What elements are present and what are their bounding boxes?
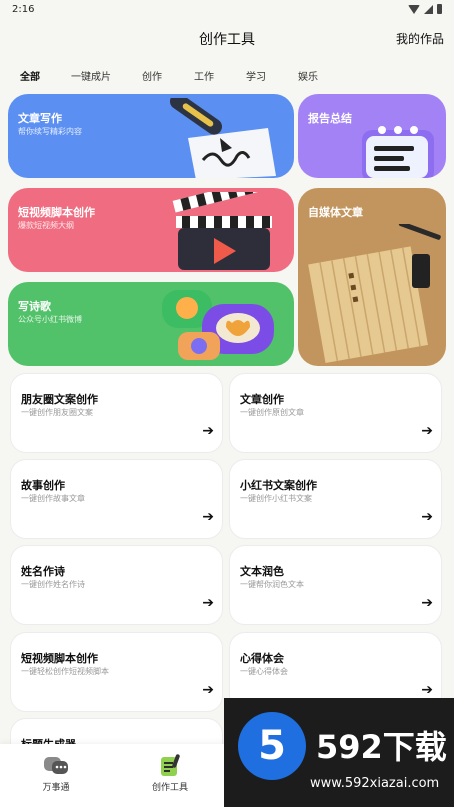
arrow-right-icon: ➔ bbox=[202, 595, 214, 611]
arrow-right-icon: ➔ bbox=[421, 509, 433, 525]
tool-card-article-creation[interactable]: 文章创作 一键创作原创文章 ➔ bbox=[229, 373, 442, 453]
nav-item-creation-tools[interactable]: 创作工具 bbox=[135, 754, 205, 793]
wifi-icon bbox=[408, 4, 420, 14]
tool-subtitle: 一键创作姓名作诗 bbox=[21, 580, 85, 589]
tool-card-xiaohongshu-copy[interactable]: 小红书文案创作 一键创作小红书文案 ➔ bbox=[229, 459, 442, 539]
nav-item-wanshitong[interactable]: 万事通 bbox=[21, 754, 91, 793]
watermark-logo: 592下载 bbox=[316, 728, 447, 766]
video-script-card[interactable]: 短视频脚本创作 爆款短视频大纲 bbox=[8, 188, 294, 272]
arrow-right-icon: ➔ bbox=[202, 423, 214, 439]
watermark-badge-digit: 5 bbox=[258, 723, 286, 769]
card-title: 报告总结 bbox=[308, 112, 352, 125]
tool-card-text-polish[interactable]: 文本润色 一键帮你润色文本 ➔ bbox=[229, 545, 442, 625]
card-title: 自媒体文章 bbox=[308, 206, 363, 219]
card-title: 短视频脚本创作 bbox=[18, 206, 95, 219]
article-writing-card[interactable]: 文章写作 帮你续写精彩内容 bbox=[8, 94, 294, 178]
tool-title: 文章创作 bbox=[240, 393, 284, 406]
poem-writing-card[interactable]: 写诗歌 公众号小红书微博 bbox=[8, 282, 294, 366]
notepad-pen-icon bbox=[159, 754, 181, 776]
tool-subtitle: 一键创作朋友圈文案 bbox=[21, 408, 93, 417]
card-subtitle: 帮你续写精彩内容 bbox=[18, 127, 82, 136]
status-bar: 2:16 bbox=[0, 0, 454, 20]
tool-subtitle: 一键创作小红书文案 bbox=[240, 494, 312, 503]
tool-subtitle: 一键创作原创文章 bbox=[240, 408, 304, 417]
battery-icon bbox=[437, 4, 442, 14]
status-icons bbox=[408, 4, 442, 14]
card-subtitle: 公众号小红书微博 bbox=[18, 315, 82, 324]
my-works-link[interactable]: 我的作品 bbox=[396, 30, 444, 47]
tab-one-click[interactable]: 一键成片 bbox=[71, 68, 111, 83]
status-time: 2:16 bbox=[12, 4, 35, 15]
arrow-right-icon: ➔ bbox=[202, 509, 214, 525]
tool-title: 短视频脚本创作 bbox=[21, 652, 98, 665]
arrow-right-icon: ➔ bbox=[421, 682, 433, 698]
chat-bubbles-illustration bbox=[162, 290, 274, 360]
tool-title: 朋友圈文案创作 bbox=[21, 393, 98, 406]
arrow-right-icon: ➔ bbox=[421, 423, 433, 439]
self-media-article-card[interactable]: 自媒体文章 bbox=[298, 188, 446, 366]
header: 创作工具 我的作品 bbox=[0, 20, 454, 56]
arrow-right-icon: ➔ bbox=[202, 682, 214, 698]
tool-subtitle: 一键创作故事文章 bbox=[21, 494, 85, 503]
tab-work[interactable]: 工作 bbox=[194, 68, 214, 83]
card-title: 写诗歌 bbox=[18, 300, 51, 313]
site-watermark: 5 592下载 www.592xiazai.com bbox=[224, 698, 454, 807]
tool-title: 心得体会 bbox=[240, 652, 284, 665]
tab-entertainment[interactable]: 娱乐 bbox=[298, 68, 318, 83]
tool-title: 小红书文案创作 bbox=[240, 479, 317, 492]
calendar-illustration bbox=[362, 126, 434, 178]
tool-subtitle: 一键轻松创作短视频脚本 bbox=[21, 667, 109, 676]
tab-all[interactable]: 全部 bbox=[20, 68, 40, 83]
tool-card-video-script[interactable]: 短视频脚本创作 一键轻松创作短视频脚本 ➔ bbox=[10, 632, 223, 712]
tool-subtitle: 一键心得体会 bbox=[240, 667, 288, 676]
tool-title: 文本润色 bbox=[240, 565, 284, 578]
chat-bubbles-icon bbox=[44, 754, 68, 776]
tool-card-name-poem[interactable]: 姓名作诗 一键创作姓名作诗 ➔ bbox=[10, 545, 223, 625]
tool-title: 姓名作诗 bbox=[21, 565, 65, 578]
page-title: 创作工具 bbox=[199, 32, 255, 48]
tool-card-moments-copy[interactable]: 朋友圈文案创作 一键创作朋友圈文案 ➔ bbox=[10, 373, 223, 453]
tab-create[interactable]: 创作 bbox=[142, 68, 162, 83]
signal-icon bbox=[424, 4, 433, 14]
tool-subtitle: 一键帮你润色文本 bbox=[240, 580, 304, 589]
nav-label: 万事通 bbox=[42, 783, 70, 793]
watermark-url: www.592xiazai.com bbox=[310, 776, 440, 791]
report-summary-card[interactable]: 报告总结 bbox=[298, 94, 446, 178]
tab-study[interactable]: 学习 bbox=[246, 68, 266, 83]
card-title: 文章写作 bbox=[18, 112, 62, 125]
nav-label: 创作工具 bbox=[151, 783, 188, 793]
tool-title: 故事创作 bbox=[21, 479, 65, 492]
category-tabs: 全部 一键成片 创作 工作 学习 娱乐 bbox=[0, 64, 454, 86]
pen-paper-illustration bbox=[169, 98, 276, 178]
card-subtitle: 爆款短视频大纲 bbox=[18, 221, 74, 230]
arrow-right-icon: ➔ bbox=[421, 595, 433, 611]
bamboo-scroll-illustration bbox=[308, 224, 441, 363]
tool-card-story-creation[interactable]: 故事创作 一键创作故事文章 ➔ bbox=[10, 459, 223, 539]
clapperboard-illustration bbox=[172, 192, 272, 270]
